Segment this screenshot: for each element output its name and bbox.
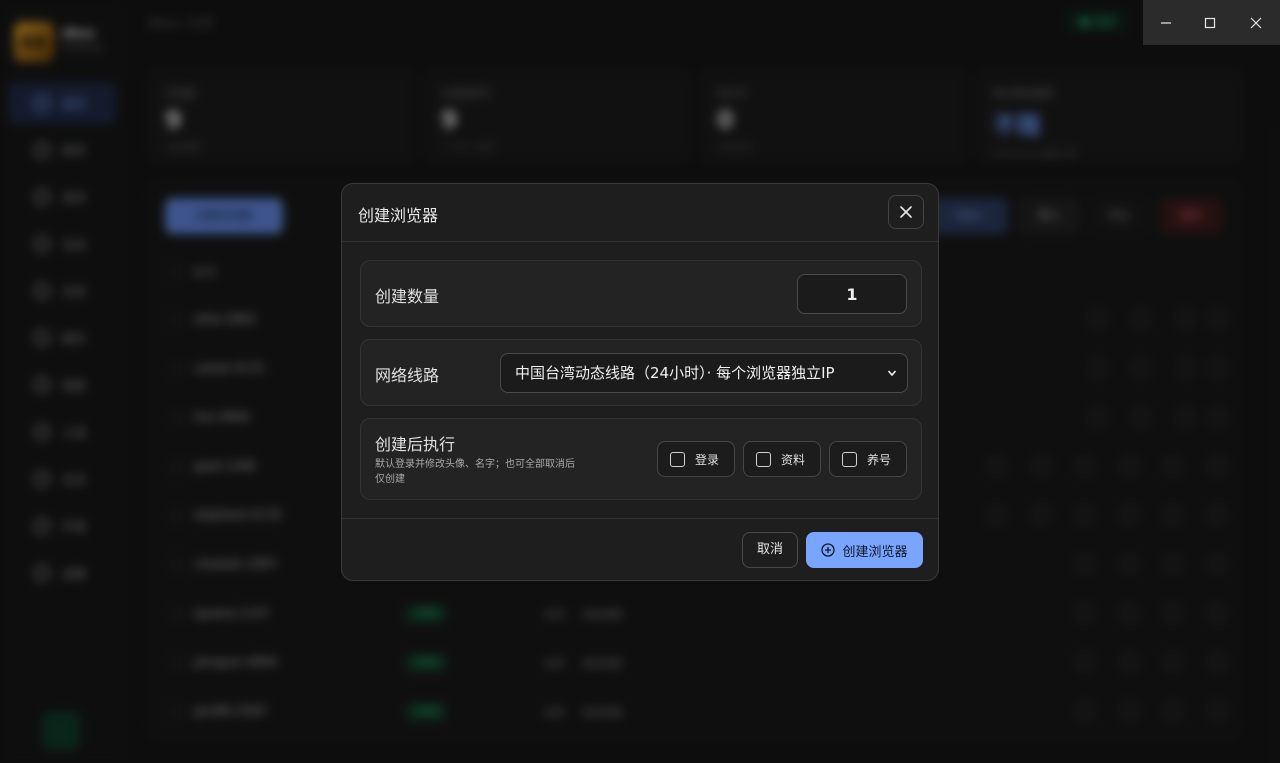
network-card: 网络线路 中国台湾动态线路（24小时）· 每个浏览器独立IP: [360, 339, 922, 406]
option-login-checkbox[interactable]: 登录: [657, 441, 735, 477]
quantity-card: 创建数量: [360, 260, 922, 327]
checkbox-icon: [756, 451, 771, 467]
post-actions-label: 创建后执行: [375, 435, 456, 454]
option-nurture-checkbox[interactable]: 养号: [829, 441, 907, 477]
dialog-divider: [342, 518, 938, 519]
maximize-icon: [1204, 17, 1216, 28]
chevron-down-icon: [887, 370, 897, 377]
option-label: 登录: [695, 452, 720, 467]
dialog-divider: [342, 241, 938, 242]
close-window-button[interactable]: [1233, 0, 1279, 45]
cancel-button[interactable]: 取消: [742, 532, 798, 568]
plus-circle-icon: [821, 543, 836, 557]
option-label: 资料: [781, 452, 806, 467]
minimize-button[interactable]: [1143, 0, 1189, 45]
option-profile-checkbox[interactable]: 资料: [743, 441, 821, 477]
network-select[interactable]: 中国台湾动态线路（24小时）· 每个浏览器独立IP: [500, 353, 908, 393]
minimize-icon: [1161, 21, 1171, 24]
network-label: 网络线路: [375, 366, 440, 385]
close-icon: [900, 206, 912, 218]
post-actions-hint: 默认登录并修改头像、名字；也可全部取消后仅创建: [375, 459, 575, 485]
checkbox-icon: [670, 451, 685, 467]
network-selected-value: 中国台湾动态线路（24小时）· 每个浏览器独立IP: [515, 364, 835, 382]
create-browser-dialog: 创建浏览器 创建数量 网络线路 中国台湾动态线路（24小时）· 每个浏览器独立I…: [341, 183, 939, 581]
post-actions-card: 创建后执行 默认登录并修改头像、名字；也可全部取消后仅创建 登录 资料 养号: [360, 418, 922, 500]
create-button-label: 创建浏览器: [842, 544, 908, 560]
option-label: 养号: [867, 452, 892, 467]
checkbox-icon: [842, 451, 857, 467]
dialog-title: 创建浏览器: [358, 206, 439, 225]
close-icon: [1250, 17, 1262, 28]
quantity-input[interactable]: [797, 274, 907, 314]
create-browser-button[interactable]: 创建浏览器: [806, 532, 923, 568]
dialog-close-button[interactable]: [888, 195, 924, 229]
window-controls: [1143, 0, 1280, 45]
quantity-label: 创建数量: [375, 287, 440, 306]
maximize-button[interactable]: [1187, 0, 1233, 45]
